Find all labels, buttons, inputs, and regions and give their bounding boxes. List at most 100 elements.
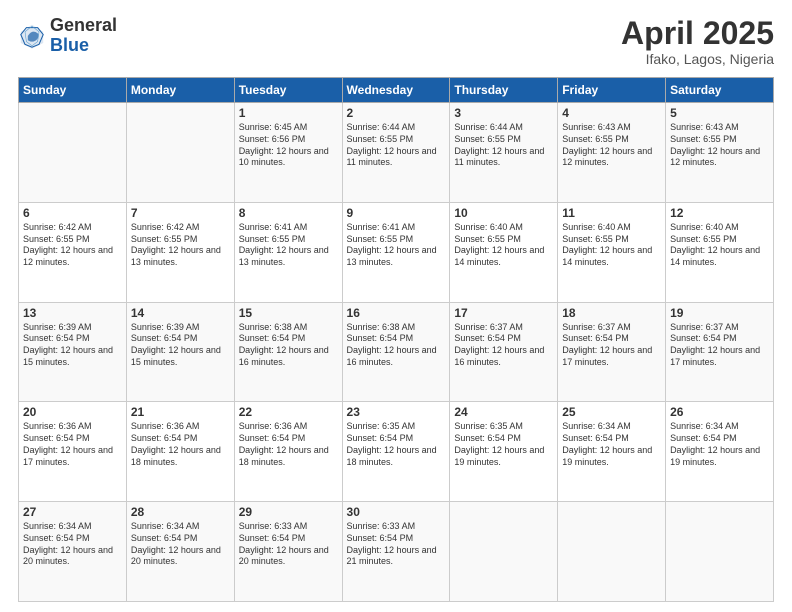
day-number: 4 bbox=[562, 106, 661, 120]
day-info: Sunrise: 6:33 AM Sunset: 6:54 PM Dayligh… bbox=[347, 521, 446, 568]
day-number: 21 bbox=[131, 405, 230, 419]
calendar-header-saturday: Saturday bbox=[666, 78, 774, 103]
title-block: April 2025 Ifako, Lagos, Nigeria bbox=[621, 16, 774, 67]
calendar-week-row: 6Sunrise: 6:42 AM Sunset: 6:55 PM Daylig… bbox=[19, 202, 774, 302]
day-info: Sunrise: 6:34 AM Sunset: 6:54 PM Dayligh… bbox=[670, 421, 769, 468]
calendar-cell: 4 Sunrise: 6:43 AM Sunset: 6:55 PM Daylig… bbox=[558, 103, 666, 203]
day-info: Sunrise: 6:42 AM Sunset: 6:55 PM Dayligh… bbox=[131, 222, 230, 269]
calendar-cell: 11Sunrise: 6:40 AM Sunset: 6:55 PM Dayli… bbox=[558, 202, 666, 302]
logo-general: General bbox=[50, 16, 117, 36]
day-info: Sunrise: 6:34 AM Sunset: 6:54 PM Dayligh… bbox=[23, 521, 122, 568]
calendar-cell: 29Sunrise: 6:33 AM Sunset: 6:54 PM Dayli… bbox=[234, 502, 342, 602]
calendar-cell bbox=[19, 103, 127, 203]
day-info: Sunrise: 6:34 AM Sunset: 6:54 PM Dayligh… bbox=[131, 521, 230, 568]
day-number: 2 bbox=[347, 106, 446, 120]
calendar-header-sunday: Sunday bbox=[19, 78, 127, 103]
calendar-cell: 25 Sunrise: 6:34 AM Sunset: 6:54 PM Dayli… bbox=[558, 402, 666, 502]
calendar-cell: 14Sunrise: 6:39 AM Sunset: 6:54 PM Dayli… bbox=[126, 302, 234, 402]
day-info: Sunrise: 6:37 AM Sunset: 6:54 PM Dayligh… bbox=[670, 322, 769, 369]
calendar-cell: 18 Sunrise: 6:37 AM Sunset: 6:54 PM Dayli… bbox=[558, 302, 666, 402]
day-number: 26 bbox=[670, 405, 769, 419]
calendar-header-row: SundayMondayTuesdayWednesdayThursdayFrid… bbox=[19, 78, 774, 103]
calendar-week-row: 27 Sunrise: 6:34 AM Sunset: 6:54 PM Dayli… bbox=[19, 502, 774, 602]
day-info: Sunrise: 6:41 AM Sunset: 6:55 PM Dayligh… bbox=[239, 222, 338, 269]
day-number: 28 bbox=[131, 505, 230, 519]
month-title: April 2025 bbox=[621, 16, 774, 51]
day-number: 23 bbox=[347, 405, 446, 419]
calendar-cell: 30 Sunrise: 6:33 AM Sunset: 6:54 PM Dayli… bbox=[342, 502, 450, 602]
day-info: Sunrise: 6:37 AM Sunset: 6:54 PM Dayligh… bbox=[562, 322, 661, 369]
day-info: Sunrise: 6:40 AM Sunset: 6:55 PM Dayligh… bbox=[454, 222, 553, 269]
day-info: Sunrise: 6:40 AM Sunset: 6:55 PM Dayligh… bbox=[670, 222, 769, 269]
calendar-cell: 19 Sunrise: 6:37 AM Sunset: 6:54 PM Dayli… bbox=[666, 302, 774, 402]
logo-text: General Blue bbox=[50, 16, 117, 56]
calendar: SundayMondayTuesdayWednesdayThursdayFrid… bbox=[18, 77, 774, 602]
day-info: Sunrise: 6:45 AM Sunset: 6:56 PM Dayligh… bbox=[239, 122, 338, 169]
day-number: 24 bbox=[454, 405, 553, 419]
day-number: 1 bbox=[239, 106, 338, 120]
calendar-week-row: 20 Sunrise: 6:36 AM Sunset: 6:54 PM Dayli… bbox=[19, 402, 774, 502]
day-number: 11 bbox=[562, 206, 661, 220]
day-number: 12 bbox=[670, 206, 769, 220]
day-info: Sunrise: 6:36 AM Sunset: 6:54 PM Dayligh… bbox=[239, 421, 338, 468]
calendar-cell: 26 Sunrise: 6:34 AM Sunset: 6:54 PM Dayli… bbox=[666, 402, 774, 502]
calendar-cell: 5 Sunrise: 6:43 AM Sunset: 6:55 PM Daylig… bbox=[666, 103, 774, 203]
calendar-cell bbox=[126, 103, 234, 203]
day-info: Sunrise: 6:33 AM Sunset: 6:54 PM Dayligh… bbox=[239, 521, 338, 568]
day-number: 18 bbox=[562, 306, 661, 320]
location: Ifako, Lagos, Nigeria bbox=[621, 51, 774, 67]
day-number: 25 bbox=[562, 405, 661, 419]
logo: General Blue bbox=[18, 16, 117, 56]
calendar-cell: 7Sunrise: 6:42 AM Sunset: 6:55 PM Daylig… bbox=[126, 202, 234, 302]
day-info: Sunrise: 6:42 AM Sunset: 6:55 PM Dayligh… bbox=[23, 222, 122, 269]
calendar-header-monday: Monday bbox=[126, 78, 234, 103]
day-info: Sunrise: 6:43 AM Sunset: 6:55 PM Dayligh… bbox=[562, 122, 661, 169]
day-info: Sunrise: 6:36 AM Sunset: 6:54 PM Dayligh… bbox=[23, 421, 122, 468]
calendar-cell: 27 Sunrise: 6:34 AM Sunset: 6:54 PM Dayli… bbox=[19, 502, 127, 602]
logo-blue: Blue bbox=[50, 36, 117, 56]
day-number: 8 bbox=[239, 206, 338, 220]
day-info: Sunrise: 6:38 AM Sunset: 6:54 PM Dayligh… bbox=[347, 322, 446, 369]
day-info: Sunrise: 6:35 AM Sunset: 6:54 PM Dayligh… bbox=[347, 421, 446, 468]
day-number: 9 bbox=[347, 206, 446, 220]
calendar-cell: 6Sunrise: 6:42 AM Sunset: 6:55 PM Daylig… bbox=[19, 202, 127, 302]
day-info: Sunrise: 6:38 AM Sunset: 6:54 PM Dayligh… bbox=[239, 322, 338, 369]
page: General Blue April 2025 Ifako, Lagos, Ni… bbox=[0, 0, 792, 612]
logo-icon bbox=[18, 22, 46, 50]
calendar-cell: 23 Sunrise: 6:35 AM Sunset: 6:54 PM Dayli… bbox=[342, 402, 450, 502]
calendar-cell: 28 Sunrise: 6:34 AM Sunset: 6:54 PM Dayli… bbox=[126, 502, 234, 602]
calendar-header-friday: Friday bbox=[558, 78, 666, 103]
day-number: 3 bbox=[454, 106, 553, 120]
day-number: 14 bbox=[131, 306, 230, 320]
calendar-week-row: 1 Sunrise: 6:45 AM Sunset: 6:56 PM Daylig… bbox=[19, 103, 774, 203]
calendar-week-row: 13Sunrise: 6:39 AM Sunset: 6:54 PM Dayli… bbox=[19, 302, 774, 402]
calendar-cell: 24Sunrise: 6:35 AM Sunset: 6:54 PM Dayli… bbox=[450, 402, 558, 502]
calendar-cell: 15 Sunrise: 6:38 AM Sunset: 6:54 PM Dayli… bbox=[234, 302, 342, 402]
day-number: 30 bbox=[347, 505, 446, 519]
calendar-cell: 2Sunrise: 6:44 AM Sunset: 6:55 PM Daylig… bbox=[342, 103, 450, 203]
calendar-cell: 13Sunrise: 6:39 AM Sunset: 6:54 PM Dayli… bbox=[19, 302, 127, 402]
day-number: 10 bbox=[454, 206, 553, 220]
day-number: 27 bbox=[23, 505, 122, 519]
calendar-cell: 22Sunrise: 6:36 AM Sunset: 6:54 PM Dayli… bbox=[234, 402, 342, 502]
calendar-cell: 17Sunrise: 6:37 AM Sunset: 6:54 PM Dayli… bbox=[450, 302, 558, 402]
calendar-cell bbox=[666, 502, 774, 602]
calendar-cell: 1 Sunrise: 6:45 AM Sunset: 6:56 PM Daylig… bbox=[234, 103, 342, 203]
day-number: 19 bbox=[670, 306, 769, 320]
calendar-cell: 8 Sunrise: 6:41 AM Sunset: 6:55 PM Daylig… bbox=[234, 202, 342, 302]
calendar-cell bbox=[450, 502, 558, 602]
day-info: Sunrise: 6:36 AM Sunset: 6:54 PM Dayligh… bbox=[131, 421, 230, 468]
day-number: 20 bbox=[23, 405, 122, 419]
calendar-cell: 12 Sunrise: 6:40 AM Sunset: 6:55 PM Dayli… bbox=[666, 202, 774, 302]
day-info: Sunrise: 6:43 AM Sunset: 6:55 PM Dayligh… bbox=[670, 122, 769, 169]
day-info: Sunrise: 6:39 AM Sunset: 6:54 PM Dayligh… bbox=[23, 322, 122, 369]
day-info: Sunrise: 6:34 AM Sunset: 6:54 PM Dayligh… bbox=[562, 421, 661, 468]
day-number: 16 bbox=[347, 306, 446, 320]
day-info: Sunrise: 6:37 AM Sunset: 6:54 PM Dayligh… bbox=[454, 322, 553, 369]
header: General Blue April 2025 Ifako, Lagos, Ni… bbox=[18, 16, 774, 67]
day-info: Sunrise: 6:44 AM Sunset: 6:55 PM Dayligh… bbox=[454, 122, 553, 169]
calendar-header-wednesday: Wednesday bbox=[342, 78, 450, 103]
calendar-header-thursday: Thursday bbox=[450, 78, 558, 103]
day-number: 15 bbox=[239, 306, 338, 320]
day-number: 5 bbox=[670, 106, 769, 120]
